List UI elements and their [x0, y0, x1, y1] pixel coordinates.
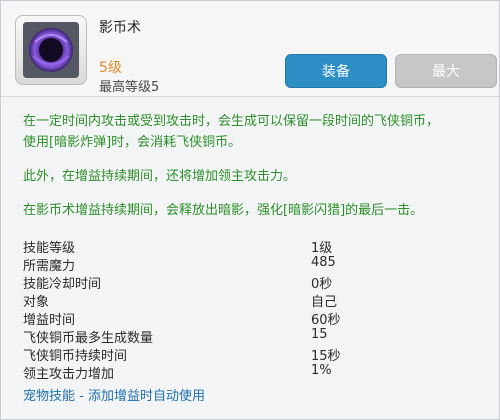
max-button[interactable]: 最大 [395, 54, 497, 88]
stat-row-buff-duration: 增益时间 60秒 [23, 309, 483, 329]
stat-row-mana-cost: 所需魔力 485 [23, 255, 483, 275]
max-level: 最高等级5 [99, 80, 160, 95]
skill-header: 影币术 5级 最高等级5 装备 最大 [1, 1, 499, 97]
pet-skill-link[interactable]: 宠物技能 - 添加增益时自动使用 [23, 385, 205, 404]
skill-icon-frame [15, 15, 87, 85]
stat-label: 增益时间 [23, 313, 76, 328]
stat-row-coin-max: 飞侠铜币最多生成数量 15 [23, 327, 483, 347]
equip-button[interactable]: 装备 [285, 54, 387, 88]
skill-level: 5级 [99, 60, 122, 76]
stat-value: 60秒 [311, 313, 341, 328]
stat-label: 对象 [23, 295, 50, 310]
stat-label: 飞侠铜币最多生成数量 [23, 331, 154, 346]
description-line-1: 在一定时间内攻击或受到攻击时，会生成可以保留一段时间的飞侠铜币， [23, 114, 440, 129]
stat-label: 飞侠铜币持续时间 [23, 349, 128, 364]
skill-name: 影币术 [99, 20, 141, 36]
description-line-4: 在影币术增益持续期间，会释放出暗影，强化[暗影闪猎]的最后一击。 [23, 203, 424, 218]
stat-row-target: 对象 自己 [23, 291, 483, 311]
stat-value: 485 [311, 255, 336, 270]
stat-label: 技能冷却时间 [23, 277, 102, 292]
stat-row-coin-duration: 飞侠铜币持续时间 15秒 [23, 345, 483, 365]
stat-value: 0秒 [311, 277, 333, 292]
stat-value: 自己 [311, 295, 338, 310]
stat-row-skill-level: 技能等级 1级 [23, 237, 483, 257]
stat-label: 技能等级 [23, 241, 76, 256]
stat-row-cooldown: 技能冷却时间 0秒 [23, 273, 483, 293]
stat-value: 15秒 [311, 349, 341, 364]
stat-value: 15 [311, 327, 328, 342]
stat-value: 1级 [311, 241, 333, 256]
description-line-3: 此外，在增益持续期间，还将增加领主攻击力。 [23, 169, 297, 184]
shadow-orb-icon [23, 22, 79, 78]
stat-label: 所需魔力 [23, 259, 76, 274]
stat-label: 领主攻击力增加 [23, 367, 115, 382]
skill-tooltip-panel: 影币术 5级 最高等级5 装备 最大 在一定时间内攻击或受到攻击时，会生成可以保… [0, 0, 500, 420]
description-line-2: 使用[暗影炸弹]时，会消耗飞侠铜币。 [23, 135, 242, 150]
stat-row-attack-increase: 领主攻击力增加 1% [23, 363, 483, 383]
stat-value: 1% [311, 363, 332, 378]
